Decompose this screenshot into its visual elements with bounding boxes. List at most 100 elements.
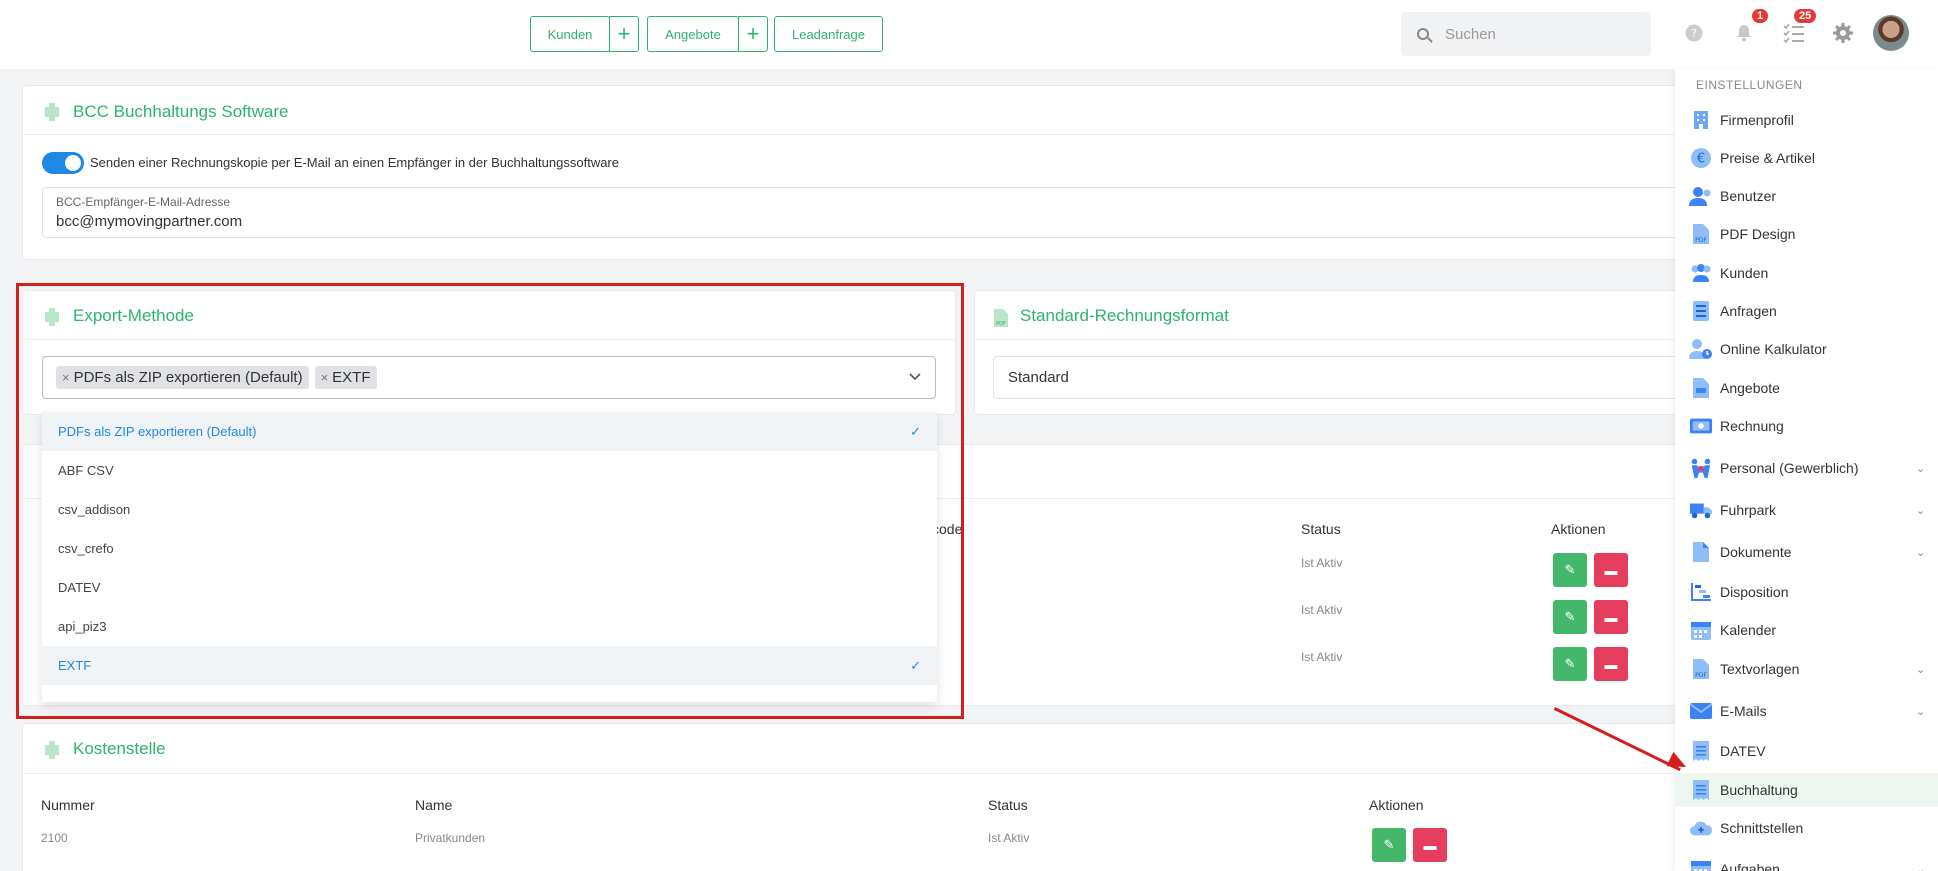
- sidebar-item-firmenprofil[interactable]: Firmenprofil: [1675, 103, 1938, 137]
- sidebar-item-label: Personal (Gewerblich): [1720, 460, 1859, 476]
- status-column-header: Status: [1301, 521, 1341, 537]
- chevron-down-icon[interactable]: ⌄: [1916, 663, 1925, 676]
- sidebar-item-fuhrpark[interactable]: Fuhrpark ⌄: [1675, 493, 1938, 527]
- sidebar-item-schnittstellen[interactable]: Schnittstellen: [1675, 811, 1938, 845]
- sidebar-item-label: Angebote: [1720, 380, 1780, 396]
- name-column-header: Name: [415, 797, 453, 813]
- bcc-toggle[interactable]: [42, 152, 84, 174]
- chevron-down-icon[interactable]: ⌄: [1916, 462, 1925, 475]
- delete-button[interactable]: ▬: [1594, 553, 1628, 587]
- bcc-email-label: BCC-Empfänger-E-Mail-Adresse: [56, 195, 231, 209]
- sidebar-item-label: Kunden: [1720, 265, 1769, 281]
- sidebar-item-disposition[interactable]: Disposition: [1675, 575, 1938, 609]
- divider: [23, 134, 1681, 135]
- sidebar-toggle-nub[interactable]: [0, 14, 6, 54]
- sidebar-item-kalender[interactable]: Kalender: [1675, 613, 1938, 647]
- bell-icon[interactable]: [1733, 22, 1755, 44]
- kunden-button[interactable]: Kunden: [530, 16, 610, 52]
- help-icon[interactable]: ?: [1683, 22, 1705, 44]
- sidebar-item-label: Firmenprofil: [1720, 112, 1794, 128]
- envelope-icon: [1689, 699, 1713, 723]
- edit-button[interactable]: ✎: [1372, 828, 1406, 862]
- divider: [975, 339, 1681, 340]
- pdf-icon: PDF: [1689, 657, 1713, 681]
- angebote-button[interactable]: Angebote: [647, 16, 739, 52]
- actions-column-header: Aktionen: [1551, 521, 1606, 537]
- document-icon: [1689, 376, 1713, 400]
- workers-icon: [1689, 456, 1713, 480]
- calendar-icon: [1689, 857, 1713, 871]
- chevron-down-icon[interactable]: ⌄: [1916, 863, 1925, 871]
- kostenstelle-nummer: 2100: [41, 831, 68, 845]
- top-bar: Kunden + Angebote + Leadanfrage Suchen ?…: [0, 0, 1938, 69]
- sidebar-heading: EINSTELLUNGEN: [1696, 78, 1803, 92]
- settings-sidebar: EINSTELLUNGEN Firmenprofil € Preise & Arti…: [1675, 69, 1938, 871]
- trash-icon: ▬: [1604, 656, 1618, 672]
- chevron-down-icon[interactable]: ⌄: [1916, 504, 1925, 517]
- delete-button[interactable]: ▬: [1413, 828, 1447, 862]
- status-column-header: Status: [988, 797, 1028, 813]
- sidebar-item-datev[interactable]: DATEV: [1675, 734, 1938, 768]
- chevron-down-icon[interactable]: ⌄: [1916, 705, 1925, 718]
- search-icon: [1417, 28, 1429, 40]
- sidebar-item-e-mails[interactable]: E-Mails ⌄: [1675, 694, 1938, 728]
- edit-button[interactable]: ✎: [1553, 647, 1587, 681]
- tasks-icon[interactable]: [1783, 22, 1805, 44]
- sidebar-item-buchhaltung[interactable]: Buchhaltung: [1675, 773, 1938, 807]
- notifications-badge: 1: [1752, 9, 1769, 23]
- delete-button[interactable]: ▬: [1594, 600, 1628, 634]
- pencil-icon: ✎: [1564, 562, 1576, 577]
- divider: [23, 773, 1681, 774]
- chevron-down-icon[interactable]: ⌄: [1916, 546, 1925, 559]
- sidebar-item-benutzer[interactable]: Benutzer: [1675, 179, 1938, 213]
- search-input[interactable]: Suchen: [1401, 12, 1651, 56]
- invoice-format-title: Standard-Rechnungsformat: [1020, 306, 1229, 325]
- row-status: Ist Aktiv: [1301, 556, 1343, 570]
- sidebar-item-dokumente[interactable]: Dokumente ⌄: [1675, 535, 1938, 569]
- delete-button[interactable]: ▬: [1594, 647, 1628, 681]
- sidebar-item-label: Kalender: [1720, 622, 1777, 638]
- actions-column-header: Aktionen: [1369, 797, 1424, 813]
- sidebar-item-personal-gewerblich[interactable]: Personal (Gewerblich) ⌄: [1675, 451, 1938, 485]
- edit-button[interactable]: ✎: [1553, 600, 1587, 634]
- sidebar-item-label: Disposition: [1720, 584, 1789, 600]
- bcc-email-field[interactable]: BCC-Empfänger-E-Mail-Adresse bcc@mymovin…: [42, 187, 1682, 238]
- invoice-format-value: Standard: [1008, 369, 1069, 386]
- row-status: Ist Aktiv: [1301, 603, 1343, 617]
- sidebar-item-kunden[interactable]: Kunden: [1675, 256, 1938, 290]
- bcc-toggle-label: Senden einer Rechnungskopie per E-Mail a…: [90, 155, 619, 170]
- tasks-badge: 25: [1794, 9, 1817, 23]
- sidebar-item-angebote[interactable]: Angebote: [1675, 371, 1938, 405]
- leadanfrage-button[interactable]: Leadanfrage: [774, 16, 883, 52]
- puzzle-icon: [43, 741, 61, 759]
- add-kunde-button[interactable]: +: [609, 16, 639, 52]
- avatar[interactable]: [1873, 15, 1909, 51]
- file-icon: [1689, 540, 1713, 564]
- pdf-icon: PDF: [1689, 222, 1713, 246]
- edit-button[interactable]: ✎: [1553, 553, 1587, 587]
- trash-icon: ▬: [1604, 562, 1618, 578]
- kostenstelle-status: Ist Aktiv: [988, 831, 1030, 845]
- svg-text:PDF: PDF: [996, 321, 1006, 327]
- svg-text:PDF: PDF: [1695, 237, 1707, 244]
- sidebar-item-label: Buchhaltung: [1720, 782, 1798, 798]
- pencil-icon: ✎: [1564, 656, 1576, 671]
- add-angebot-button[interactable]: +: [738, 16, 768, 52]
- sidebar-item-rechnung[interactable]: Rechnung: [1675, 409, 1938, 443]
- gear-icon[interactable]: [1832, 22, 1854, 44]
- sidebar-item-aufgaben[interactable]: Aufgaben ⌄: [1675, 852, 1938, 871]
- nummer-column-header: Nummer: [41, 797, 95, 813]
- kostenstelle-name: Privatkunden: [415, 831, 486, 845]
- sidebar-item-label: Aufgaben: [1720, 861, 1780, 871]
- pencil-icon: ✎: [1383, 837, 1395, 852]
- sidebar-item-anfragen[interactable]: Anfragen: [1675, 294, 1938, 328]
- invoice-format-select[interactable]: Standard: [993, 356, 1682, 399]
- calendar-icon: [1689, 618, 1713, 642]
- sidebar-item-textvorlagen[interactable]: PDF Textvorlagen ⌄: [1675, 652, 1938, 686]
- sidebar-item-online-kalkulator[interactable]: Online Kalkulator: [1675, 332, 1938, 366]
- bcc-email-value: bcc@mymovingpartner.com: [56, 213, 243, 230]
- sidebar-item-pdf-design[interactable]: PDF PDF Design: [1675, 217, 1938, 251]
- sidebar-item-preise-artikel[interactable]: € Preise & Artikel: [1675, 141, 1938, 175]
- receipt-icon: [1689, 739, 1713, 763]
- sidebar-item-label: Preise & Artikel: [1720, 150, 1815, 166]
